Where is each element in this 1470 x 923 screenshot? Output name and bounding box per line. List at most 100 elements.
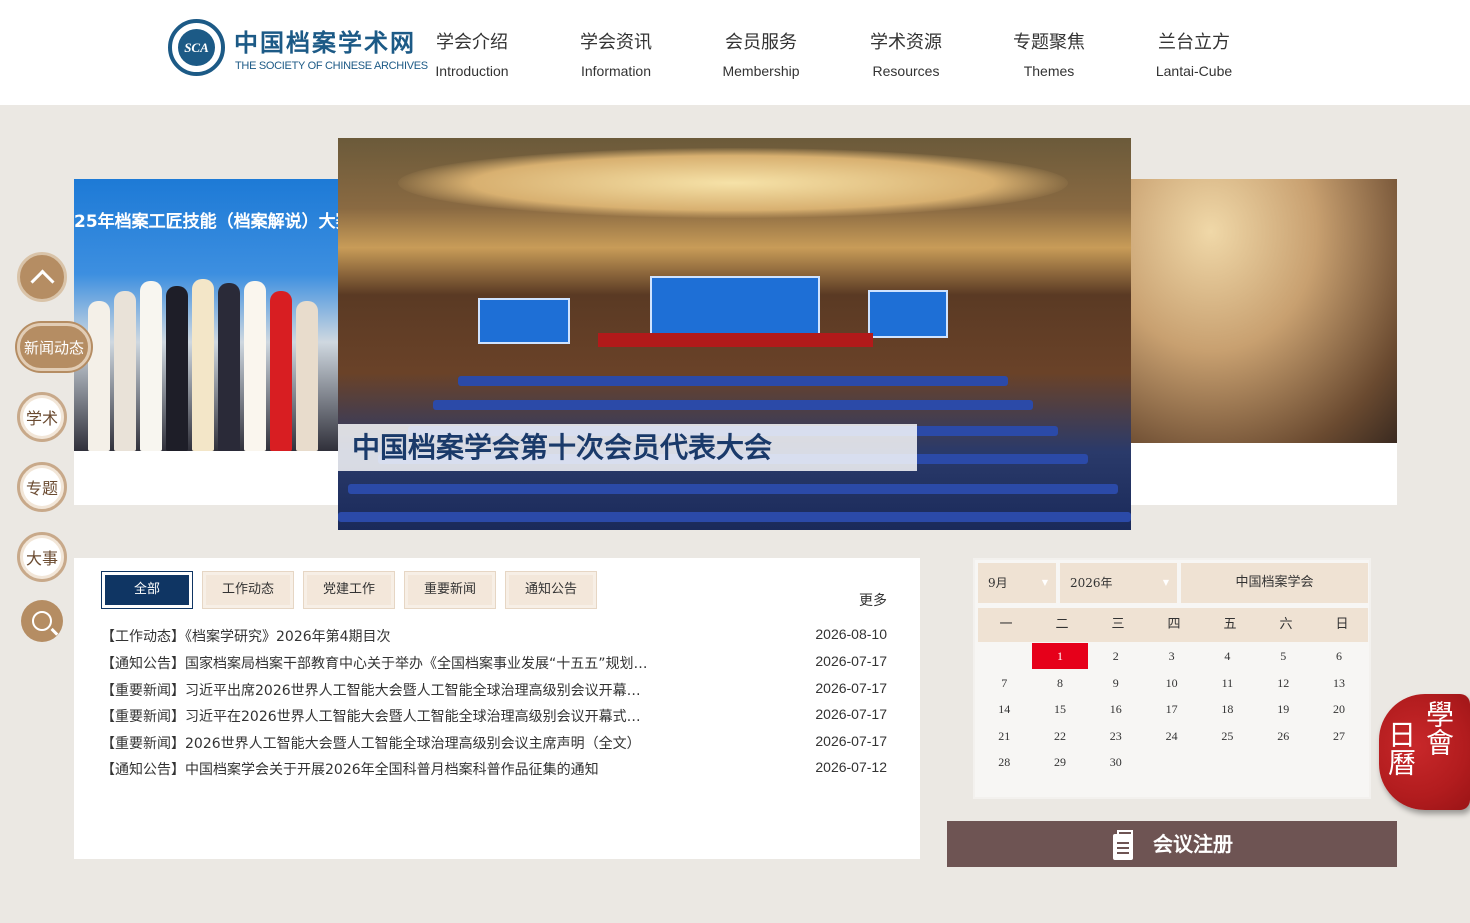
news-title: 【通知公告】国家档案局档案干部教育中心关于举办《全国档案事业发展“十五五”规划… (101, 656, 648, 672)
dropdown-arrow-icon: ▼ (1162, 578, 1169, 587)
calendar-day[interactable]: 12 (1255, 670, 1311, 696)
carousel-slide-current[interactable] (338, 138, 1131, 530)
calendar-day[interactable]: 15 (1032, 696, 1088, 722)
year-select[interactable]: 2026年 ▼ (1060, 563, 1177, 603)
news-item[interactable]: 【通知公告】中国档案学会关于开展2026年全国科普月档案科普作品征集的通知 20… (101, 759, 891, 785)
tab-notices[interactable]: 通知公告 (506, 572, 596, 608)
nav-information[interactable]: 学会资讯 Information (556, 0, 676, 105)
calendar-day[interactable]: 24 (1144, 723, 1200, 749)
weekday-label: 日 (1335, 617, 1349, 632)
site-logo[interactable]: SCA 中国档案学术网 THE SOCIETY OF CHINESE ARCHI… (168, 19, 428, 79)
calendar-day[interactable]: 6 (1311, 643, 1367, 669)
calendar-day[interactable]: 18 (1199, 696, 1255, 722)
weekday-header: 一二三四五六日 (978, 608, 1368, 642)
calendar-day[interactable]: 10 (1144, 670, 1200, 696)
calendar-day[interactable]: 16 (1088, 696, 1144, 722)
calendar-day[interactable]: 4 (1199, 643, 1255, 669)
calendar-day[interactable]: 22 (1032, 723, 1088, 749)
weekday-label: 三 (1111, 617, 1125, 632)
hall-ceiling-light (398, 148, 1068, 218)
news-item[interactable]: 【重要新闻】习近平出席2026世界人工智能大会暨人工智能全球治理高级别会议开幕…… (101, 680, 891, 706)
nav-label-cn: 学会资讯 (580, 32, 652, 53)
weekday-label: 二 (1055, 617, 1069, 632)
more-link[interactable]: 更多 (859, 590, 887, 610)
news-title: 【通知公告】中国档案学会关于开展2026年全国科普月档案科普作品征集的通知 (101, 762, 599, 778)
news-panel: 全部 工作动态 党建工作 重要新闻 通知公告 更多 【工作动态】《档案学研究》2… (74, 558, 920, 859)
calendar-org-label: 中国档案学会 (1181, 563, 1368, 603)
logo-title-cn: 中国档案学术网 (234, 28, 416, 57)
weekday-label: 一 (999, 617, 1013, 632)
calendar-day[interactable]: 9 (1088, 670, 1144, 696)
calendar-day[interactable]: 11 (1199, 670, 1255, 696)
side-nav-news[interactable]: 新闻动态 (17, 323, 91, 371)
news-date: 2026-07-17 (815, 653, 887, 669)
calendar-day[interactable]: 20 (1311, 696, 1367, 722)
calendar-day[interactable]: 30 (1088, 749, 1144, 775)
news-date: 2026-07-17 (815, 733, 887, 749)
nav-introduction[interactable]: 学会介绍 Introduction (412, 0, 532, 105)
calendar-day[interactable]: 2 (1088, 643, 1144, 669)
month-select[interactable]: 9月 ▼ (978, 563, 1056, 603)
calendar-day[interactable]: 26 (1255, 723, 1311, 749)
calendar-day[interactable]: 23 (1088, 723, 1144, 749)
tab-important-news[interactable]: 重要新闻 (405, 572, 495, 608)
calendar-day[interactable]: 3 (1144, 643, 1200, 669)
weekday-label: 五 (1223, 617, 1237, 632)
year-select-value: 2026年 (1070, 576, 1113, 590)
back-to-top-button[interactable] (17, 252, 67, 302)
hall-screen-left (478, 298, 570, 344)
calendar-day[interactable]: 25 (1199, 723, 1255, 749)
news-title: 【重要新闻】习近平在2026世界人工智能大会暨人工智能全球治理高级别会议开幕式… (101, 709, 641, 725)
nav-membership[interactable]: 会员服务 Membership (701, 0, 821, 105)
carousel-caption[interactable]: 中国档案学会第十次会员代表大会 (338, 424, 917, 471)
calendar-day[interactable]: 29 (1032, 749, 1088, 775)
slide-image-competition: 25年档案工匠技能（档案解说）大赛 (74, 179, 338, 451)
tab-all[interactable]: 全部 (102, 572, 192, 608)
emblem-mark: SCA (178, 29, 215, 66)
hall-screen-right (868, 290, 948, 338)
nav-label-cn: 会员服务 (725, 32, 797, 53)
hall-stage (598, 333, 873, 347)
news-item[interactable]: 【重要新闻】习近平在2026世界人工智能大会暨人工智能全球治理高级别会议开幕式…… (101, 706, 891, 732)
calendar-day[interactable]: 8 (1032, 670, 1088, 696)
news-item[interactable]: 【重要新闻】2026世界人工智能大会暨人工智能全球治理高级别会议主席声明（全文）… (101, 733, 891, 759)
tab-party-work[interactable]: 党建工作 (304, 572, 394, 608)
nav-label-en: Membership (722, 63, 800, 79)
calendar-day[interactable]: 13 (1311, 670, 1367, 696)
carousel-slide-prev[interactable]: 25年档案工匠技能（档案解说）大赛 (74, 179, 338, 505)
side-nav-academic[interactable]: 学术 (17, 392, 67, 442)
calendar-day[interactable]: 27 (1311, 723, 1367, 749)
nav-themes[interactable]: 专题聚焦 Themes (989, 0, 1109, 105)
calendar-day[interactable]: 5 (1255, 643, 1311, 669)
nav-label-cn: 兰台立方 (1158, 32, 1230, 53)
news-item[interactable]: 【工作动态】《档案学研究》2026年第4期目次 2026-08-10 (101, 626, 891, 652)
calendar-day[interactable]: 14 (976, 696, 1032, 722)
side-nav-events[interactable]: 大事 (17, 532, 67, 582)
weekday-label: 六 (1279, 617, 1293, 632)
nav-label-en: Resources (872, 63, 940, 79)
society-emblem-icon: SCA (168, 19, 225, 76)
tab-work-updates[interactable]: 工作动态 (203, 572, 293, 608)
slide-image-conference-hall (1131, 179, 1397, 443)
side-search-button[interactable] (21, 600, 63, 642)
month-select-value: 9月 (988, 576, 1008, 590)
nav-label-cn: 学术资源 (870, 32, 942, 53)
calendar-widget: 9月 ▼ 2026年 ▼ 中国档案学会 一二三四五六日 1 2 3 4 5 6 7 8 9 10 1… (973, 558, 1371, 799)
weekday-label: 四 (1167, 617, 1181, 632)
calendar-day[interactable]: 17 (1144, 696, 1200, 722)
news-item[interactable]: 【通知公告】国家档案局档案干部教育中心关于举办《全国档案事业发展“十五五”规划…… (101, 653, 891, 679)
calendar-day[interactable]: 7 (976, 670, 1032, 696)
seal-text-2: 日曆 (1384, 720, 1417, 776)
side-nav-topics[interactable]: 专题 (17, 462, 67, 512)
calendar-day[interactable]: 21 (976, 723, 1032, 749)
carousel-slide-next[interactable] (1131, 179, 1397, 505)
nav-lantai-cube[interactable]: 兰台立方 Lantai-Cube (1134, 0, 1254, 105)
nav-resources[interactable]: 学术资源 Resources (846, 0, 966, 105)
calendar-day[interactable]: 1 (1032, 643, 1088, 669)
news-title: 【重要新闻】2026世界人工智能大会暨人工智能全球治理高级别会议主席声明（全文） (101, 736, 641, 752)
society-calendar-seal[interactable]: 學會 日曆 (1379, 694, 1470, 810)
meeting-registration-button[interactable]: 会议注册 (947, 821, 1397, 867)
calendar-day[interactable]: 28 (976, 749, 1032, 775)
news-date: 2026-08-10 (815, 626, 887, 642)
calendar-day[interactable]: 19 (1255, 696, 1311, 722)
